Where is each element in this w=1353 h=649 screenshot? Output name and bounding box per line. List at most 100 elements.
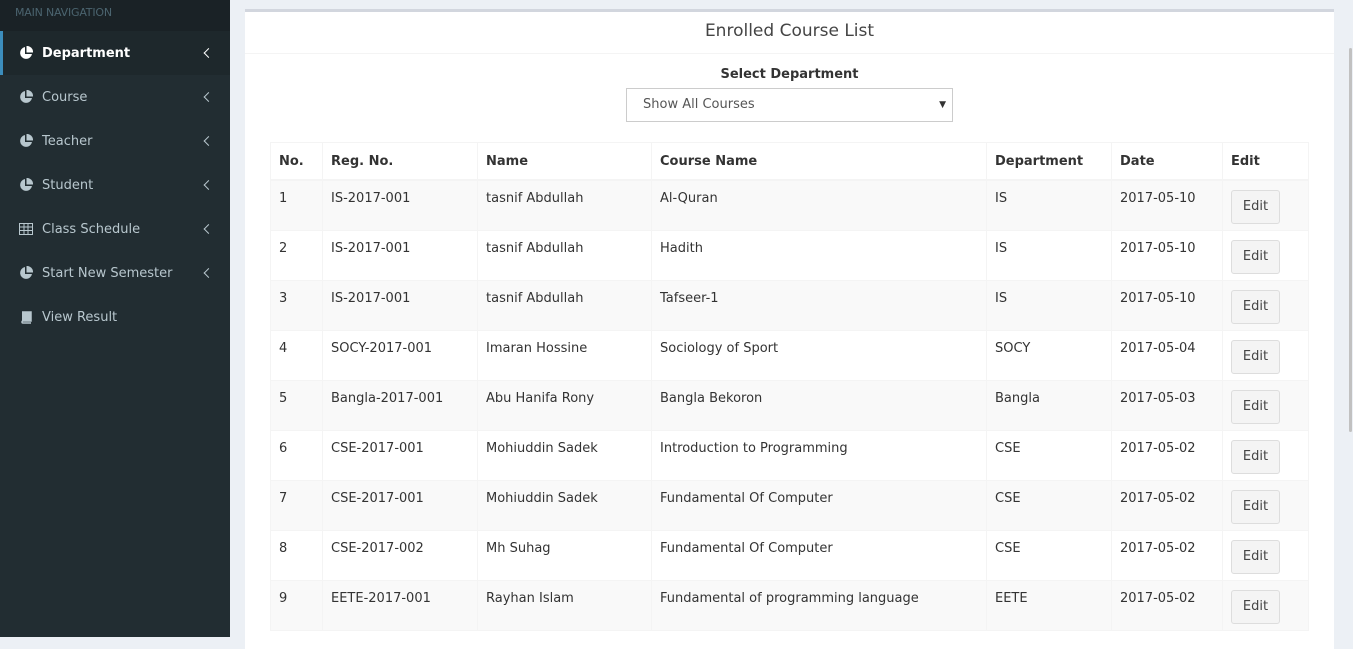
cell-no: 4: [270, 329, 323, 381]
cell-department: SOCY: [986, 329, 1112, 381]
table-row: 1 IS-2017-001 tasnif Abdullah Al-Quran IS 201…: [270, 179, 1309, 231]
cell-no: 3: [270, 279, 323, 331]
scrollbar-thumb[interactable]: [1349, 48, 1352, 432]
cell-name: tasnif Abdullah: [477, 179, 652, 231]
edit-button[interactable]: Edit: [1231, 439, 1280, 474]
edit-button[interactable]: Edit: [1231, 190, 1280, 224]
table-row: 4 SOCY-2017-001 Imaran Hossine Sociology of…: [270, 329, 1309, 381]
cell-edit: Edit: [1222, 529, 1309, 581]
column-header-name: Name: [477, 142, 652, 181]
cell-edit: Edit: [1222, 279, 1309, 331]
cell-reg-no: CSE-2017-001: [322, 429, 478, 481]
cell-department: CSE: [986, 529, 1112, 581]
table-row: 7 CSE-2017-001 Mohiuddin Sadek Fundamental …: [270, 479, 1309, 531]
cell-date: 2017-05-02: [1111, 429, 1223, 481]
cell-department: IS: [986, 229, 1112, 281]
course-list-panel: Enrolled Course List Select Department S…: [245, 9, 1334, 649]
sidebar-item-view-result[interactable]: View Result: [0, 295, 230, 339]
cell-department: IS: [986, 179, 1112, 231]
sidebar-item-label: Department: [42, 45, 131, 61]
edit-button[interactable]: Edit: [1231, 389, 1280, 424]
sidebar-item-label: Teacher: [42, 133, 93, 149]
sidebar-item-label: Start New Semester: [42, 265, 173, 281]
edit-button[interactable]: Edit: [1231, 589, 1280, 624]
cell-reg-no: Bangla-2017-001: [322, 379, 478, 431]
table-row: 5 Bangla-2017-001 Abu Hanifa Rony Bangla Be…: [270, 379, 1309, 431]
table-row: 2 IS-2017-001 tasnif Abdullah Hadith IS 2017-…: [270, 229, 1309, 281]
department-select[interactable]: Show All Courses ▼: [626, 88, 953, 122]
sidebar-item-start-new-semester[interactable]: Start New Semester: [0, 251, 230, 295]
edit-button[interactable]: Edit: [1231, 489, 1280, 524]
cell-department: EETE: [986, 579, 1112, 631]
page-title: Enrolled Course List: [245, 12, 1334, 54]
edit-button[interactable]: Edit: [1231, 289, 1280, 324]
sidebar-item-course[interactable]: Course: [0, 75, 230, 119]
table-row: 3 IS-2017-001 tasnif Abdullah Tafseer-1 IS 20…: [270, 279, 1309, 331]
cell-name: tasnif Abdullah: [477, 229, 652, 281]
column-header-department: Department: [986, 142, 1112, 181]
book-icon: [18, 309, 34, 325]
cell-no: 5: [270, 379, 323, 431]
cell-reg-no: IS-2017-001: [322, 279, 478, 331]
cell-date: 2017-05-04: [1111, 329, 1223, 381]
sidebar-item-teacher[interactable]: Teacher: [0, 119, 230, 163]
cell-department: Bangla: [986, 379, 1112, 431]
department-select-value: Show All Courses: [643, 97, 755, 112]
cell-reg-no: CSE-2017-001: [322, 479, 478, 531]
column-header-course-name: Course Name: [651, 142, 987, 181]
table-body: 1 IS-2017-001 tasnif Abdullah Al-Quran IS 201…: [270, 179, 1309, 631]
cell-date: 2017-05-10: [1111, 229, 1223, 281]
cell-course-name: Fundamental of programming language: [651, 579, 987, 631]
cell-edit: Edit: [1222, 329, 1309, 381]
sidebar-item-department[interactable]: Department: [0, 31, 230, 75]
sidebar-item-student[interactable]: Student: [0, 163, 230, 207]
cell-edit: Edit: [1222, 379, 1309, 431]
column-header-reg-no: Reg. No.: [322, 142, 478, 181]
cell-date: 2017-05-10: [1111, 279, 1223, 331]
page-scrollbar[interactable]: [1348, 0, 1353, 637]
cell-name: Imaran Hossine: [477, 329, 652, 381]
cell-reg-no: CSE-2017-002: [322, 529, 478, 581]
table-icon: [18, 221, 34, 237]
sidebar-item-class-schedule[interactable]: Class Schedule: [0, 207, 230, 251]
cell-date: 2017-05-10: [1111, 179, 1223, 231]
cell-name: Rayhan Islam: [477, 579, 652, 631]
cell-course-name: Sociology of Sport: [651, 329, 987, 381]
cell-course-name: Fundamental Of Computer: [651, 479, 987, 531]
column-header-no: No.: [270, 142, 323, 181]
sidebar-item-label: View Result: [42, 309, 118, 325]
chevron-left-icon: [203, 224, 214, 234]
edit-button[interactable]: Edit: [1231, 339, 1280, 374]
cell-course-name: Introduction to Programming: [651, 429, 987, 481]
cell-department: IS: [986, 279, 1112, 331]
cell-course-name: Hadith: [651, 229, 987, 281]
column-header-date: Date: [1111, 142, 1223, 181]
sidebar-item-label: Class Schedule: [42, 221, 141, 237]
chevron-left-icon: [203, 92, 214, 102]
cell-course-name: Tafseer-1: [651, 279, 987, 331]
cell-date: 2017-05-03: [1111, 379, 1223, 431]
pie-chart-icon: [18, 45, 34, 61]
edit-button[interactable]: Edit: [1231, 239, 1280, 274]
cell-date: 2017-05-02: [1111, 529, 1223, 581]
main-content: Enrolled Course List Select Department S…: [230, 0, 1353, 649]
cell-edit: Edit: [1222, 429, 1309, 481]
cell-department: CSE: [986, 479, 1112, 531]
cell-name: Abu Hanifa Rony: [477, 379, 652, 431]
cell-edit: Edit: [1222, 579, 1309, 631]
pie-chart-icon: [18, 177, 34, 193]
chevron-left-icon: [203, 180, 214, 190]
cell-reg-no: IS-2017-001: [322, 229, 478, 281]
edit-button[interactable]: Edit: [1231, 539, 1280, 574]
pie-chart-icon: [18, 89, 34, 105]
cell-name: Mohiuddin Sadek: [477, 479, 652, 531]
table-row: 8 CSE-2017-002 Mh Suhag Fundamental Of Comp…: [270, 529, 1309, 581]
select-department-label: Select Department: [720, 67, 859, 82]
column-header-edit: Edit: [1222, 142, 1309, 181]
cell-name: tasnif Abdullah: [477, 279, 652, 331]
chevron-left-icon: [203, 48, 214, 58]
pie-chart-icon: [18, 133, 34, 149]
nav-header: MAIN NAVIGATION: [0, 0, 230, 31]
cell-course-name: Fundamental Of Computer: [651, 529, 987, 581]
cell-course-name: Bangla Bekoron: [651, 379, 987, 431]
